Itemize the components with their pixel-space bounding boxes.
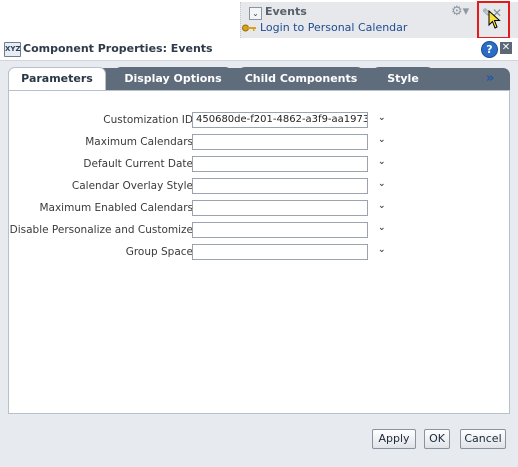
close-icon[interactable]: ✕: [500, 42, 512, 54]
more-tabs-icon[interactable]: »: [486, 71, 494, 86]
field-row: Group Space ⌄: [9, 244, 509, 262]
field-row: Maximum Enabled Calendars ⌄: [9, 200, 509, 218]
field-label: Group Space: [125, 246, 193, 258]
maximum-calendars-input[interactable]: [192, 134, 368, 150]
cancel-button[interactable]: Cancel: [460, 429, 506, 449]
field-label: Maximum Calendars: [85, 136, 193, 148]
portlet-collapse-icon[interactable]: ⌄: [249, 7, 262, 20]
chevron-down-icon[interactable]: ⌄: [378, 179, 386, 189]
tab-parameters[interactable]: Parameters: [8, 67, 106, 91]
login-link-row[interactable]: Login to Personal Calendar: [242, 21, 407, 34]
tab-style[interactable]: Style: [372, 67, 434, 91]
maximum-enabled-calendars-input[interactable]: [192, 200, 368, 216]
dialog-footer: Apply OK Cancel: [0, 422, 518, 467]
field-label: Maximum Enabled Calendars: [39, 202, 193, 214]
chevron-down-icon[interactable]: ⌄: [378, 223, 386, 233]
component-properties-dialog: XYZ Component Properties: Events ? ✕ Par…: [0, 38, 518, 467]
field-row: Customization ID 450680de-f201-4862-a3f9…: [9, 112, 509, 130]
field-label: Disable Personalize and Customize: [9, 224, 193, 236]
disable-personalize-input[interactable]: [192, 222, 368, 238]
field-row: Calendar Overlay Style ⌄: [9, 178, 509, 196]
customization-id-input[interactable]: 450680de-f201-4862-a3f9-aa1973: [192, 112, 368, 128]
chevron-down-icon[interactable]: ⌄: [378, 157, 386, 167]
ok-button[interactable]: OK: [424, 429, 450, 449]
key-icon: [242, 24, 256, 32]
field-row: Disable Personalize and Customize ⌄: [9, 222, 509, 240]
apply-button[interactable]: Apply: [372, 429, 416, 449]
portlet-title: Events: [265, 5, 307, 18]
tab-child-components[interactable]: Child Components: [238, 67, 364, 91]
login-link[interactable]: Login to Personal Calendar: [260, 21, 407, 34]
field-row: Maximum Calendars ⌄: [9, 134, 509, 152]
parameters-panel: Customization ID 450680de-f201-4862-a3f9…: [8, 90, 510, 414]
field-label: Default Current Date: [83, 158, 193, 170]
chevron-down-icon[interactable]: ⌄: [378, 135, 386, 145]
tab-display-options[interactable]: Display Options: [114, 67, 232, 91]
chevron-down-icon[interactable]: ⌄: [378, 245, 386, 255]
calendar-overlay-style-input[interactable]: [192, 178, 368, 194]
group-space-input[interactable]: [192, 244, 368, 260]
dialog-titlebar[interactable]: XYZ Component Properties: Events ? ✕: [0, 38, 518, 61]
chevron-down-icon[interactable]: ⌄: [378, 113, 386, 123]
tab-bar: Parameters Display Options Child Compone…: [8, 67, 510, 91]
component-icon: XYZ: [4, 42, 21, 57]
field-label: Customization ID: [103, 114, 193, 126]
default-current-date-input[interactable]: [192, 156, 368, 172]
gear-icon[interactable]: ⚙▾: [451, 4, 469, 19]
help-icon[interactable]: ?: [481, 41, 498, 58]
chevron-down-icon[interactable]: ⌄: [378, 201, 386, 211]
dialog-title: Component Properties: Events: [23, 42, 213, 55]
field-row: Default Current Date ⌄: [9, 156, 509, 174]
mouse-cursor-icon: [488, 9, 502, 33]
field-label: Calendar Overlay Style: [71, 180, 193, 192]
